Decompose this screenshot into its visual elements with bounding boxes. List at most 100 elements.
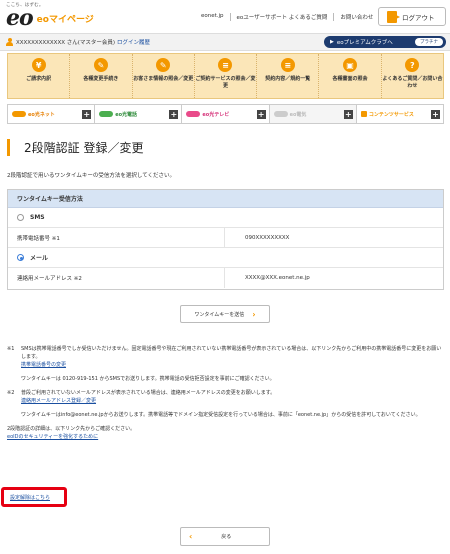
contents-icon [360,111,367,117]
receive-method-form: ワンタイムキー受信方法 SMS 携帯電話番号 ※1 090XXXXXXXXX メ… [7,189,444,290]
menu-label: 各種書面の照会 [332,76,368,82]
eo-electric-icon [273,111,288,117]
service-eo-net[interactable]: eo光ネット + [8,105,94,123]
page-title: 2段階認証 登録／変更 [24,141,144,155]
chevron-right-icon: ▶ [330,39,334,45]
service-label: eo電気 [289,111,307,118]
chevron-left-icon: ‹ [189,532,193,541]
menu-label: 契約内容／規約一覧 [265,76,311,82]
back-button[interactable]: ‹ 戻る [180,527,270,546]
radio-sms-row[interactable]: SMS [8,208,443,228]
intro-text: 2段階認証で用いるワンタイムキーの受信方法を選択してください。 [7,173,176,179]
chevron-right-icon: › [252,309,256,319]
eo-phone-icon [99,111,114,117]
eo-net-icon [12,111,26,117]
send-onetime-key-button[interactable]: ワンタイムキーを送信 › [180,305,270,323]
detail-text: 2段階認証の詳細は、以下リンク先からご確認ください。 [7,426,136,432]
service-label: eo光ネット [28,111,55,118]
menu-item-contract-services[interactable]: ≡ ご契約サービスの照会／変更 [193,54,256,98]
service-eo-tv[interactable]: eo光テレビ + [181,105,268,123]
note-2-text: 普段ご利用されていないメールアドレスが表示されている場合は、連絡用メールアドレス… [21,390,276,396]
site-header: ここち、はずむ。 eo eoマイページ eonet.jp eoユーザーサポート … [0,0,450,32]
menu-label: ご契約サービスの照会／変更 [195,76,256,89]
folder-icon: ▣ [343,58,358,72]
user-name: XXXXXXXXXXXXX さん(マスター会員) [16,40,116,46]
pencil-icon: ✎ [156,58,171,72]
service-label: eo光テレビ [202,111,230,118]
service-tabs: eo光ネット + eo光電話 + eo光テレビ + eo電気 + コンテンツサー… [7,104,444,124]
radio-mail-row[interactable]: メール [8,248,443,268]
radio-sms[interactable] [17,214,24,221]
user-icon [6,38,13,46]
menu-item-faq[interactable]: ? よくあるご質問／お問い合わせ [380,54,443,98]
service-label: コンテンツサービス [368,111,414,118]
service-contents[interactable]: コンテンツサービス + [355,105,443,123]
note-1-mark: ※1 [7,346,15,352]
plus-icon[interactable]: + [256,110,266,119]
menu-item-customer-info[interactable]: ✎ お客さま情報の照会／変更 [131,54,194,98]
premium-badge: プラチナ [415,38,443,46]
plus-icon[interactable]: + [431,110,441,119]
service-eo-phone[interactable]: eo光電話 + [94,105,181,123]
eo-tv-icon [186,111,201,117]
note-2-extra: ワンタイムキーはinfo@eonet.ne.jpからお送りします。携帯電話等でド… [21,412,421,418]
menu-label: よくあるご質問／お問い合わせ [382,76,443,89]
note-1-text: SMSは携帯電話番号でしか受信いただけません。固定電話番号や現在ご利用されていな… [21,346,442,360]
mypage-label: eoマイページ [36,15,94,25]
main-menu: ¥ ご請求内訳 ✎ 各種変更手続き ✎ お客さま情報の照会／変更 ≡ ご契約サー… [7,53,444,99]
change-phone-link[interactable]: 携帯電話番号の変更 [21,361,444,369]
header-link-eonet[interactable]: eonet.jp [195,13,230,21]
logout-label: ログアウト [402,13,435,22]
cancel-setting-label[interactable]: 設定解除はこちら [10,494,50,501]
note-1: ※1 SMSは携帯電話番号でしか受信いただけません。固定電話番号や現在ご利用され… [7,345,444,383]
send-button-label: ワンタイムキーを送信 [194,311,245,318]
plus-icon[interactable]: + [343,110,353,119]
menu-label: 各種変更手続き [83,76,119,82]
cancel-setting-link[interactable]: 設定解除はこちら [1,487,67,507]
phone-row: 携帯電話番号 ※1 090XXXXXXXXX [8,228,443,248]
header-link-support[interactable]: eoユーザーサポート よくあるご質問 [229,13,334,21]
document-icon: ≡ [280,58,295,72]
radio-mail[interactable] [17,254,24,261]
radio-mail-label[interactable]: メール [30,253,48,262]
phone-value: 090XXXXXXXXX [224,228,289,247]
menu-item-billing[interactable]: ¥ ご請求内訳 [8,54,69,98]
service-label: eo光電話 [115,111,138,118]
back-button-label: 戻る [221,534,232,540]
email-label: 連絡用メールアドレス ※2 [17,276,82,282]
list-icon: ≡ [218,58,233,72]
question-icon: ? [405,58,420,72]
plus-icon[interactable]: + [169,110,179,119]
eo-logo[interactable]: ここち、はずむ。 eo eoマイページ [6,2,94,31]
menu-label: ご請求内訳 [26,76,52,82]
menu-item-changes[interactable]: ✎ 各種変更手続き [69,54,131,98]
menu-item-documents[interactable]: ▣ 各種書面の照会 [318,54,380,98]
radio-sms-label[interactable]: SMS [30,214,45,221]
user-bar: XXXXXXXXXXXXX さん(マスター会員) ログイン履歴 ▶ eoプレミア… [0,33,450,51]
premium-label: eoプレミアムクラブへ [336,40,393,46]
note-2: ※2 普段ご利用されていないメールアドレスが表示されている場合は、連絡用メールア… [7,389,444,419]
logout-button[interactable]: ログアウト [378,7,446,26]
service-eo-electric[interactable]: eo電気 + [268,105,356,123]
change-email-link[interactable]: 連絡用メールアドレス登録／変更 [21,397,444,405]
header-link-contact[interactable]: お問い合わせ [333,13,379,21]
page-title-block: 2段階認証 登録／変更 [7,139,143,156]
premium-club-button[interactable]: ▶ eoプレミアムクラブへ プラチナ [324,36,446,48]
yen-icon: ¥ [31,58,46,72]
header-links: eonet.jp eoユーザーサポート よくあるご質問 お問い合わせ [195,13,379,21]
menu-item-contract-terms[interactable]: ≡ 契約内容／規約一覧 [256,54,318,98]
security-link[interactable]: eoIDのセキュリティーを強化するために [7,433,444,441]
note-1-extra: ワンタイムキーは 0120-919-151 からSMSでお送りします。携帯電話の… [21,376,275,382]
menu-label: お客さま情報の照会／変更 [133,76,194,82]
email-row: 連絡用メールアドレス ※2 XXXX@XXX.eonet.ne.jp [8,268,443,288]
form-heading: ワンタイムキー受信方法 [8,190,443,208]
email-value: XXXX@XXX.eonet.ne.jp [224,268,310,288]
phone-label: 携帯電話番号 ※1 [17,235,60,242]
notes: ※1 SMSは携帯電話番号でしか受信いただけません。固定電話番号や現在ご利用され… [7,345,444,441]
note-2-mark: ※2 [7,390,15,396]
plus-icon[interactable]: + [82,110,92,119]
logout-icon [387,10,400,23]
logo-text: eo [6,5,34,31]
pencil-icon: ✎ [93,58,108,72]
login-history-link[interactable]: ログイン履歴 [117,38,150,46]
